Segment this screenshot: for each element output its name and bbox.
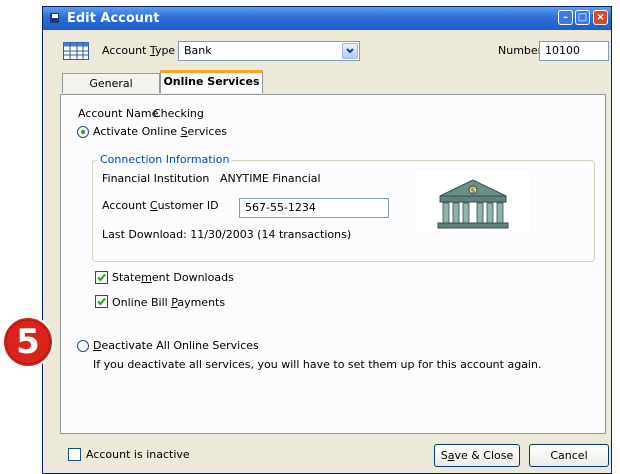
account-inactive-label[interactable]: Account is inactive	[86, 448, 190, 461]
customer-id-label: Account Customer ID	[102, 199, 219, 212]
save-close-button[interactable]: Save & Close	[434, 444, 520, 467]
bank-building-icon: $	[416, 174, 530, 233]
statement-downloads-checkbox[interactable]	[95, 271, 108, 284]
online-services-panel: Account Name Checking Activate Online Se…	[60, 94, 606, 434]
activate-online-services-radio[interactable]	[77, 126, 89, 138]
title-bar[interactable]: Edit Account – □ ×	[43, 7, 611, 30]
statement-downloads-label[interactable]: Statement Downloads	[112, 271, 234, 284]
svg-text:$: $	[471, 187, 475, 195]
minimize-button[interactable]: –	[558, 10, 573, 25]
checkmark-icon	[97, 297, 106, 306]
deactivate-online-services-radio[interactable]	[77, 340, 89, 352]
account-name-label: Account Name	[78, 107, 159, 120]
account-type-value: Bank	[184, 44, 212, 57]
checkmark-icon	[97, 273, 106, 282]
activate-online-services-label[interactable]: Activate Online Services	[93, 125, 227, 138]
cancel-button[interactable]: Cancel	[529, 444, 609, 467]
account-type-combo[interactable]: Bank	[178, 41, 360, 61]
chevron-down-icon[interactable]	[342, 43, 358, 59]
maximize-button[interactable]: □	[575, 10, 590, 25]
online-bill-payments-label[interactable]: Online Bill Payments	[112, 296, 225, 309]
tab-online-services[interactable]: Online Services	[160, 70, 263, 93]
financial-institution-value: ANYTIME Financial	[220, 172, 321, 185]
step-callout-badge: 5	[0, 314, 56, 370]
number-label: Number	[498, 44, 543, 57]
account-name-value: Checking	[153, 107, 204, 120]
online-bill-payments-checkbox[interactable]	[95, 295, 108, 308]
account-register-icon	[63, 42, 89, 60]
last-download-text: Last Download: 11/30/2003 (14 transactio…	[102, 228, 352, 241]
app-icon	[50, 13, 59, 23]
deactivate-note: If you deactivate all services, you will…	[93, 358, 542, 371]
deactivate-online-services-label[interactable]: Deactivate All Online Services	[93, 339, 259, 352]
customer-id-input[interactable]: 567-55-1234	[239, 198, 389, 218]
window-title: Edit Account	[67, 11, 160, 26]
account-type-label: Account Type	[102, 44, 176, 57]
edit-account-window: Edit Account – □ × Account Type Bank Num…	[42, 6, 612, 474]
connection-info-legend: Connection Information	[97, 153, 233, 166]
close-button[interactable]: ×	[593, 10, 608, 25]
financial-institution-label: Financial Institution	[102, 172, 210, 185]
number-input[interactable]: 10100	[539, 41, 609, 61]
callout-number: 5	[16, 322, 40, 362]
tab-general[interactable]: General	[62, 73, 160, 93]
account-header-row: Account Type Bank Number 10100	[43, 30, 611, 66]
account-inactive-checkbox[interactable]	[68, 448, 81, 461]
